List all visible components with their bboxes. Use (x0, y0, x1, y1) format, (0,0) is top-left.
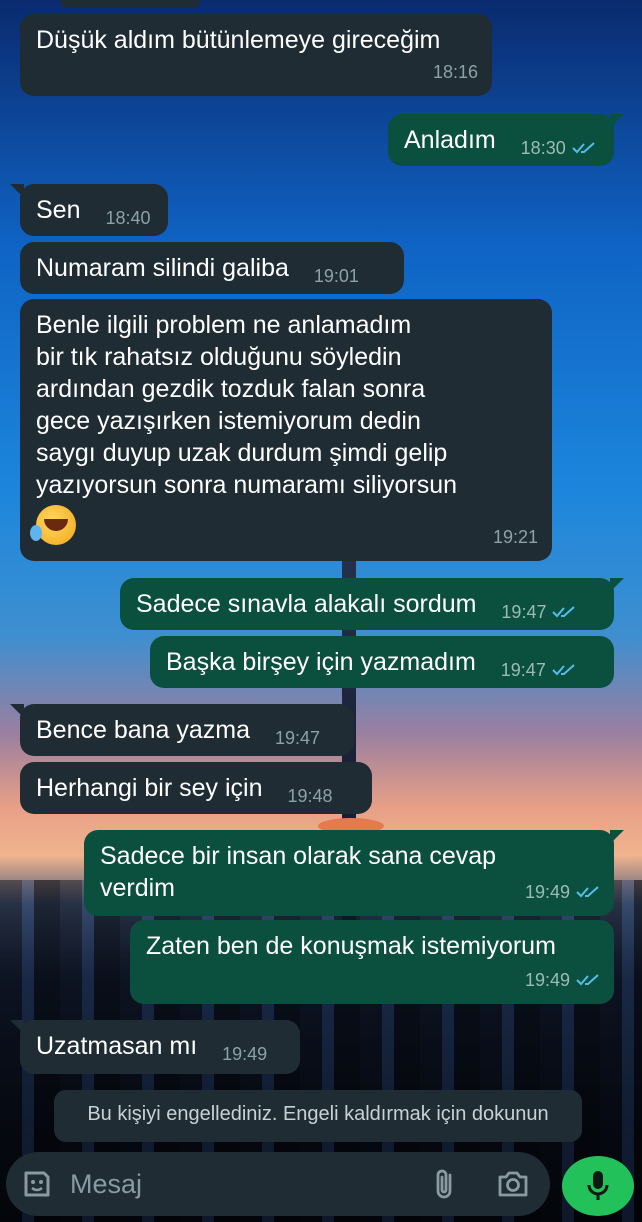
message-outgoing[interactable]: Sadece sınavla alakalı sordum 19:47 (120, 578, 624, 630)
message-time: 19:47 (501, 602, 547, 622)
message-time: 19:21 (492, 527, 538, 547)
message-text: Düşük aldım bütünlemeye gireceğim (36, 26, 441, 54)
microphone-button[interactable] (562, 1156, 634, 1216)
message-incoming[interactable]: Bence bana yazma 19:47 (10, 704, 354, 756)
message-text: Sen (36, 196, 81, 224)
read-ticks-icon (576, 974, 599, 986)
message-time: 19:49 (524, 882, 570, 902)
message-time: 19:48 (287, 786, 333, 806)
message-text: Başka birşey için yazmadım (166, 648, 476, 676)
message-outgoing[interactable]: Sadece bir insan olarak sana cevap verdi… (84, 830, 624, 916)
message-incoming[interactable]: Benle ilgili problem ne anlamadım bir tı… (20, 299, 552, 561)
message-incoming[interactable]: Herhangi bir sey için 19:48 (20, 762, 372, 814)
message-text: Sadece bir insan olarak sana cevap verdi… (100, 842, 497, 902)
message-outgoing[interactable]: Başka birşey için yazmadım 19:47 (150, 636, 614, 688)
message-input[interactable]: Mesaj (70, 1169, 432, 1200)
message-text: Uzatmasan mı (36, 1032, 198, 1060)
message-outgoing[interactable]: Zaten ben de konuşmak istemiyorum 19:49 (130, 920, 614, 1004)
message-time: 19:49 (222, 1044, 268, 1064)
sticker-icon[interactable] (20, 1167, 54, 1201)
message-text: Bence bana yazma (36, 716, 251, 744)
message-incoming[interactable]: Uzatmasan mı 19:49 (10, 1020, 300, 1074)
message-incoming[interactable]: Düşük aldım bütünlemeye gireceğim 18:16 (20, 14, 492, 96)
message-time: 18:40 (105, 208, 151, 228)
message-time: 19:49 (524, 970, 570, 990)
read-ticks-icon (552, 664, 575, 676)
message-meta: 19:47 (501, 654, 576, 686)
message-incoming[interactable]: Numaram silindi galiba 19:01 (20, 242, 404, 294)
message-time: 18:16 (432, 62, 478, 82)
message-text: Zaten ben de konuşmak istemiyorum (146, 932, 556, 960)
paperclip-icon[interactable] (432, 1167, 458, 1201)
rolling-laughing-emoji-icon (30, 505, 76, 545)
read-ticks-icon (552, 606, 576, 618)
message-outgoing[interactable]: Anladım 18:30 (388, 114, 624, 166)
message-text: Herhangi bir sey için (36, 774, 263, 802)
message-text: Benle ilgili problem ne anlamadım bir tı… (36, 311, 457, 499)
previous-message-edge (60, 0, 200, 8)
blocked-notice-text: Bu kişiyi engellediniz. Engeli kaldırmak… (87, 1103, 549, 1125)
microphone-icon (587, 1171, 609, 1200)
message-time: 18:30 (520, 138, 566, 158)
message-text: Sadece sınavla alakalı sordum (136, 590, 477, 618)
message-meta: 19:49 (525, 964, 600, 996)
message-meta: 19:49 (525, 876, 600, 908)
blocked-contact-notice[interactable]: Bu kişiyi engellediniz. Engeli kaldırmak… (54, 1090, 582, 1142)
message-text: Anladım (404, 126, 496, 154)
message-meta: 19:47 (501, 596, 576, 628)
message-time: 19:01 (313, 266, 359, 286)
message-meta: 18:30 (521, 132, 596, 164)
message-text: Numaram silindi galiba (36, 254, 289, 282)
camera-icon[interactable] (496, 1169, 530, 1199)
message-time: 19:47 (500, 660, 546, 680)
read-ticks-icon (576, 886, 599, 898)
message-composer: Mesaj (6, 1152, 550, 1216)
message-time: 19:47 (274, 728, 321, 748)
message-incoming[interactable]: Sen 18:40 (10, 184, 168, 236)
read-ticks-icon (572, 142, 595, 154)
